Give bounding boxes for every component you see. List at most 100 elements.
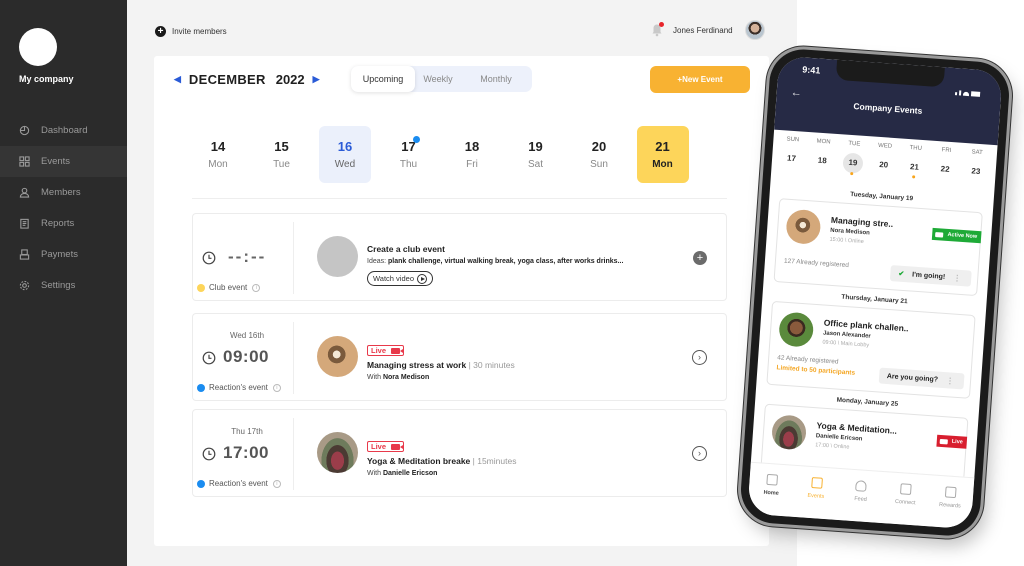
- weekday: SAT: [971, 149, 983, 157]
- event-card[interactable]: Wed 16th 09:00 Reaction's event i Live M…: [192, 313, 727, 401]
- user-avatar[interactable]: [744, 20, 765, 40]
- month-navigator: ◀ DECEMBER 2022 ▶: [174, 72, 320, 87]
- phone-tab-home[interactable]: Home: [747, 473, 795, 517]
- notification-dot: [659, 22, 664, 27]
- calendar-icon: [810, 477, 823, 489]
- event-time-column: Wed 16th 09:00 Reaction's event i: [193, 314, 293, 402]
- day-21[interactable]: 21 Mon: [636, 126, 689, 183]
- phone-event-card[interactable]: Managing stre.. Nora Medison 15:00 \ Onl…: [773, 198, 983, 297]
- tab-upcoming[interactable]: Upcoming: [351, 66, 415, 92]
- phone-mockup: 9:41 ← Company Events SUN 17 MON 18 TUE 19 …: [738, 47, 1012, 540]
- event-body: Create a club event Ideas: plank challen…: [367, 244, 623, 286]
- day-15[interactable]: 15 Tue: [256, 126, 308, 183]
- live-badge: Live: [936, 434, 968, 449]
- sidebar-item-settings[interactable]: Settings: [0, 270, 127, 301]
- day-weekday: Mon: [652, 159, 673, 170]
- invite-members-button[interactable]: + Invite members: [155, 26, 227, 37]
- watch-video-button[interactable]: Watch video: [367, 271, 433, 286]
- day-number: 19: [528, 139, 543, 154]
- more-options-icon[interactable]: ⋮: [946, 376, 955, 386]
- notification-bell-icon[interactable]: [651, 22, 664, 37]
- user-menu: Jones Ferdinand: [651, 20, 765, 40]
- chevron-right-icon[interactable]: ›: [692, 350, 707, 365]
- day-weekday: Sun: [590, 159, 608, 170]
- day-20[interactable]: 20 Sun: [573, 126, 625, 183]
- host-avatar: [785, 208, 822, 245]
- event-host-line: With Nora Medison: [367, 374, 515, 381]
- info-icon[interactable]: i: [252, 283, 261, 292]
- day-16[interactable]: 16 Wed: [319, 126, 371, 183]
- reports-icon: [19, 218, 30, 229]
- day-weekday: Mon: [208, 159, 228, 170]
- sidebar-nav: Dashboard Events Members Reports Paymets…: [0, 115, 127, 301]
- event-dot: [412, 136, 420, 143]
- more-options-icon[interactable]: ⋮: [953, 273, 962, 283]
- clock-icon: [202, 251, 216, 265]
- new-event-button[interactable]: +New Event: [650, 66, 750, 93]
- chat-bubble-icon: [900, 483, 913, 496]
- phone-day[interactable]: MON 18: [806, 138, 839, 172]
- rsvp-button[interactable]: ✔ I'm going! ⋮: [889, 265, 972, 287]
- phone-event-host: Nora Medison: [829, 227, 870, 237]
- sidebar-item-label: Events: [41, 156, 71, 167]
- separator: [293, 418, 294, 490]
- phone-day[interactable]: SUN 17: [775, 136, 808, 170]
- sidebar: My company Dashboard Events Members Repo…: [0, 0, 127, 566]
- play-icon: [417, 273, 427, 284]
- add-event-icon[interactable]: +: [693, 251, 707, 265]
- event-placeholder-image: [317, 236, 358, 277]
- phone-event-meta: 09:00 \ Main Lobby: [822, 339, 870, 349]
- tab-weekly[interactable]: Weekly: [415, 66, 461, 92]
- phone-day[interactable]: FRI 22: [929, 147, 962, 181]
- phone-event-host: Jason Alexander: [822, 330, 871, 340]
- phone-event-title: Managing stre..: [830, 214, 894, 230]
- phone-tab-connect[interactable]: Connect: [881, 482, 929, 526]
- phone-day[interactable]: WED 20: [868, 142, 901, 176]
- sidebar-item-members[interactable]: Members: [0, 177, 127, 208]
- battery-icon: [970, 91, 981, 97]
- day-18[interactable]: 18 Fri: [446, 126, 498, 183]
- event-time: 09:00: [223, 347, 269, 366]
- sidebar-item-reports[interactable]: Reports: [0, 208, 127, 239]
- day-weekday: Sat: [527, 159, 543, 170]
- company-logo[interactable]: [19, 28, 57, 66]
- day-14[interactable]: 14 Mon: [192, 126, 244, 183]
- event-type-label: Reaction's event: [209, 383, 268, 392]
- rsvp-button[interactable]: Are you going? ⋮: [878, 367, 965, 390]
- day-17[interactable]: 17 Thu: [383, 126, 435, 183]
- sidebar-item-events[interactable]: Events: [0, 146, 127, 177]
- members-icon: [19, 187, 30, 198]
- date-number: 21: [909, 162, 920, 172]
- phone-day[interactable]: SAT 23: [960, 149, 993, 183]
- event-card-club[interactable]: --:-- Club event i Create a club event I…: [192, 213, 727, 301]
- phone-tab-feed[interactable]: Feed: [837, 479, 885, 523]
- tab-label: Home: [763, 489, 779, 497]
- info-icon[interactable]: i: [272, 383, 281, 392]
- divider: [192, 198, 727, 199]
- settings-icon: [19, 280, 30, 291]
- phone-day[interactable]: THU 21: [898, 144, 931, 179]
- next-month-icon[interactable]: ▶: [313, 74, 320, 85]
- sidebar-item-label: Reports: [41, 218, 75, 229]
- event-type: Club event i: [197, 283, 261, 292]
- events-icon: [19, 156, 30, 167]
- phone-title: Company Events: [853, 101, 923, 116]
- info-icon[interactable]: i: [272, 479, 281, 488]
- event-card[interactable]: Thu 17th 17:00 Reaction's event i Live Y…: [192, 409, 727, 497]
- tab-monthly[interactable]: Monthly: [461, 66, 531, 92]
- participant-limit: Limited to 50 participants: [776, 364, 856, 377]
- day-19[interactable]: 19 Sat: [510, 126, 562, 183]
- weekday: MON: [816, 138, 831, 146]
- phone-tab-events[interactable]: Events: [792, 476, 840, 520]
- day-number: 18: [464, 139, 480, 154]
- sidebar-item-payments[interactable]: Paymets: [0, 239, 127, 270]
- prev-month-icon[interactable]: ◀: [174, 74, 181, 85]
- user-name[interactable]: Jones Ferdinand: [673, 26, 733, 35]
- chevron-right-icon[interactable]: ›: [692, 446, 707, 461]
- phone-day-selected[interactable]: TUE 19: [837, 140, 870, 176]
- registered-count: 127 Already registered: [783, 257, 850, 270]
- phone-tab-rewards[interactable]: Rewards: [926, 485, 974, 529]
- sidebar-item-dashboard[interactable]: Dashboard: [0, 115, 127, 146]
- event-dot: [850, 172, 854, 176]
- phone-event-card[interactable]: Office plank challen.. Jason Alexander 0…: [766, 300, 976, 399]
